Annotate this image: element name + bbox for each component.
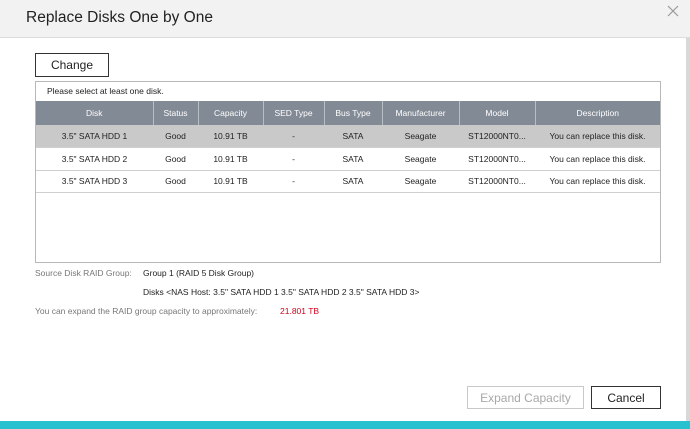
- table-row[interactable]: 3.5" SATA HDD 1 Good 10.91 TB - SATA Sea…: [36, 125, 660, 148]
- close-icon[interactable]: [666, 4, 680, 18]
- expand-capacity-button[interactable]: Expand Capacity: [467, 386, 584, 409]
- column-header-manufacturer[interactable]: Manufacturer: [382, 101, 460, 125]
- dialog-title: Replace Disks One by One: [26, 9, 213, 26]
- cell-sed-type: -: [292, 131, 295, 141]
- cell-status: Good: [165, 153, 186, 164]
- cell-manufacturer: Seagate: [404, 153, 437, 164]
- expand-capacity-value: 21.801 TB: [280, 306, 320, 316]
- table-header-row: Disk Status Capacity SED Type Bus Type M…: [36, 101, 660, 125]
- column-header-bus-type[interactable]: Bus Type: [324, 101, 383, 125]
- cell-disk: 3.5" SATA HDD 3: [61, 176, 128, 187]
- source-raid-group-value: Group 1 (RAID 5 Disk Group): [143, 268, 255, 278]
- cancel-button[interactable]: Cancel: [591, 386, 661, 409]
- disk-table: Disk Status Capacity SED Type Bus Type M…: [36, 101, 660, 193]
- column-header-disk[interactable]: Disk: [36, 101, 154, 125]
- cell-model: ST12000NT0...: [468, 131, 526, 141]
- source-raid-group-label: Source Disk RAID Group:: [35, 268, 132, 278]
- accent-bar: [0, 421, 690, 429]
- cell-sed-type: -: [292, 153, 295, 164]
- cell-capacity: 10.91 TB: [213, 131, 248, 141]
- dialog-titlebar: Replace Disks One by One: [0, 0, 690, 38]
- source-disks-value: Disks <NAS Host: 3.5" SATA HDD 1 3.5" SA…: [143, 287, 420, 297]
- cell-sed-type: -: [292, 176, 295, 187]
- cell-model: ST12000NT0...: [468, 176, 526, 187]
- cell-status: Good: [165, 176, 186, 187]
- cell-disk: 3.5" SATA HDD 2: [61, 153, 128, 164]
- cell-bus-type: SATA: [342, 153, 364, 164]
- replace-disks-dialog: Replace Disks One by One Change Please s…: [0, 0, 690, 429]
- window-edge: [686, 38, 690, 423]
- column-header-description[interactable]: Description: [535, 101, 660, 125]
- cell-disk: 3.5" SATA HDD 1: [61, 131, 128, 141]
- cell-description: You can replace this disk.: [549, 131, 646, 141]
- change-button[interactable]: Change: [35, 53, 109, 77]
- table-row[interactable]: 3.5" SATA HDD 2 Good 10.91 TB - SATA Sea…: [36, 148, 660, 170]
- table-row[interactable]: 3.5" SATA HDD 3 Good 10.91 TB - SATA Sea…: [36, 170, 660, 193]
- cell-manufacturer: Seagate: [404, 176, 437, 187]
- column-header-sed-type[interactable]: SED Type: [263, 101, 325, 125]
- cell-description: You can replace this disk.: [549, 153, 646, 164]
- cell-capacity: 10.91 TB: [213, 176, 248, 187]
- cell-model: ST12000NT0...: [468, 153, 526, 164]
- select-disk-notice: Please select at least one disk.: [47, 86, 164, 96]
- cell-capacity: 10.91 TB: [213, 153, 248, 164]
- cell-manufacturer: Seagate: [404, 131, 437, 141]
- column-header-model[interactable]: Model: [459, 101, 536, 125]
- column-header-capacity[interactable]: Capacity: [198, 101, 264, 125]
- column-header-status[interactable]: Status: [153, 101, 199, 125]
- cell-bus-type: SATA: [342, 176, 364, 187]
- disk-table-panel: Please select at least one disk. Disk St…: [35, 81, 661, 263]
- cell-bus-type: SATA: [342, 131, 364, 141]
- cell-description: You can replace this disk.: [549, 176, 646, 187]
- expand-capacity-label: You can expand the RAID group capacity t…: [35, 306, 258, 316]
- cell-status: Good: [165, 131, 186, 141]
